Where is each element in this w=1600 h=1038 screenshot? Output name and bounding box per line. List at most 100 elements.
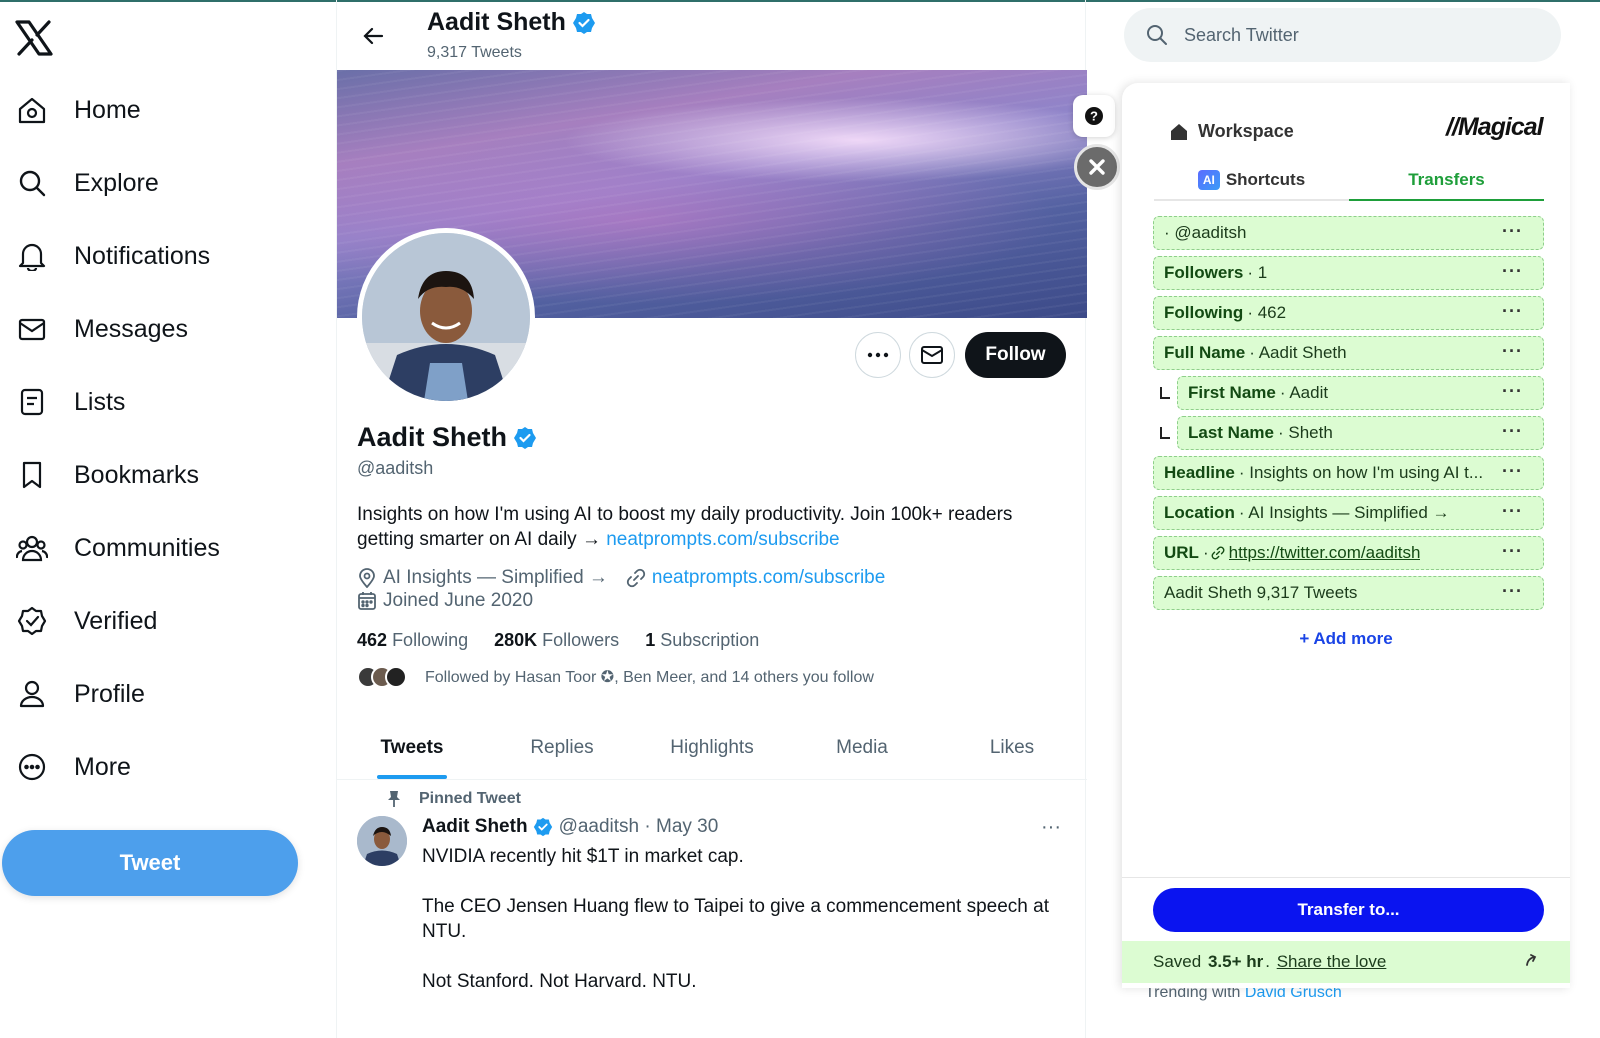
nav-item-profile[interactable]: Profile [16, 670, 145, 718]
x-logo-icon[interactable] [14, 18, 54, 58]
external-arrow-icon[interactable] [1524, 953, 1538, 972]
envelope-icon [921, 346, 943, 364]
nav-item-verified[interactable]: Verified [16, 597, 157, 645]
follower-avatar [385, 666, 407, 688]
transfer-field-followers[interactable]: Followers · 1 ··· [1153, 256, 1544, 290]
nav-item-home[interactable]: Home [16, 86, 141, 134]
field-value: · Aadit Sheth [1249, 343, 1347, 362]
following-count: 462 [357, 630, 388, 650]
joined-row: Joined June 2020 [357, 590, 551, 612]
follow-button[interactable]: Follow [965, 332, 1066, 378]
profile-tabs: Tweets Replies Highlights Media Likes [337, 716, 1087, 780]
following-stat[interactable]: 462 Following [357, 630, 468, 651]
home-icon [16, 94, 48, 126]
tweet-button[interactable]: Tweet [2, 830, 298, 896]
share-the-love-link[interactable]: Share the love [1277, 952, 1387, 972]
ai-badge-icon: AI [1197, 170, 1220, 190]
left-navigation: Home Explore Notifications Messages List… [0, 0, 336, 1038]
nav-item-lists[interactable]: Lists [16, 378, 125, 426]
transfer-field-title[interactable]: Aadit Sheth 9,317 Tweets ··· [1153, 576, 1544, 610]
tab-shortcuts-label: Shortcuts [1225, 170, 1306, 189]
nav-label: Bookmarks [74, 460, 200, 489]
workspace-label: Workspace [1198, 121, 1294, 141]
field-menu-button[interactable]: ··· [1502, 541, 1523, 562]
tweet-author-avatar[interactable] [357, 816, 407, 866]
search-input[interactable] [1184, 24, 1504, 46]
tab-replies[interactable]: Replies [487, 716, 637, 779]
close-icon [1089, 159, 1105, 175]
transfer-field-location[interactable]: Location · AI Insights — Simplified → ··… [1153, 496, 1544, 530]
close-panel-button[interactable] [1074, 144, 1120, 190]
arrow-left-icon [363, 27, 384, 45]
field-menu-button[interactable]: ··· [1502, 221, 1523, 242]
website-link[interactable]: neatprompts.com/subscribe [652, 567, 885, 589]
tweet-paragraph: The CEO Jensen Huang flew to Taipei to g… [422, 896, 1049, 942]
field-menu-button[interactable]: ··· [1502, 301, 1523, 322]
transfer-field-last-name[interactable]: Last Name · Sheth ··· [1177, 416, 1544, 450]
verified-check-icon [514, 426, 537, 449]
followed-by-row[interactable]: Followed by Hasan Toor ✪, Ben Meer, and … [357, 666, 874, 688]
add-more-button[interactable]: + Add more [1122, 629, 1570, 649]
magical-panel: Workspace //Magical AI Shortcuts Transfe… [1122, 83, 1570, 988]
field-menu-button[interactable]: ··· [1502, 581, 1523, 602]
transfer-field-handle[interactable]: · @aaditsh ··· [1153, 216, 1544, 250]
field-menu-button[interactable]: ··· [1502, 381, 1523, 402]
more-options-button[interactable] [855, 332, 901, 378]
transfer-field-following[interactable]: Following · 462 ··· [1153, 296, 1544, 330]
transfer-field-url[interactable]: URL · https://twitter.com/aaditsh ··· [1153, 536, 1544, 570]
nav-item-notifications[interactable]: Notifications [16, 232, 210, 280]
tweet-author-name[interactable]: Aadit Sheth [422, 816, 528, 838]
tab-likes[interactable]: Likes [937, 716, 1087, 779]
calendar-icon [358, 592, 376, 610]
transfer-field-first-name[interactable]: First Name · Aadit ··· [1177, 376, 1544, 410]
message-button[interactable] [909, 332, 955, 378]
saved-separator: . [1265, 952, 1270, 971]
followers-stat[interactable]: 280K Followers [494, 630, 619, 651]
joined-text: Joined June 2020 [383, 590, 534, 611]
nav-item-communities[interactable]: Communities [16, 524, 220, 572]
field-menu-button[interactable]: ··· [1502, 341, 1523, 362]
transfer-field-headline[interactable]: Headline · Insights on how I'm using AI … [1153, 456, 1544, 490]
tab-shortcuts[interactable]: AI Shortcuts [1154, 161, 1349, 199]
profile-column: Aadit Sheth 9,317 Tweets Follow Aadit Sh… [336, 0, 1087, 1038]
field-value-link[interactable]: https://twitter.com/aaditsh [1229, 543, 1421, 563]
tweet-paragraph: Not Stanford. Not Harvard. NTU. [422, 971, 697, 992]
field-value: · 462 [1247, 303, 1287, 322]
workspace-selector[interactable]: Workspace [1170, 121, 1294, 142]
back-button[interactable] [355, 18, 391, 54]
transfer-field-full-name[interactable]: Full Name · Aadit Sheth ··· [1153, 336, 1544, 370]
verified-badge-icon [16, 605, 48, 637]
subscription-count: 1 [645, 630, 656, 650]
nav-item-explore[interactable]: Explore [16, 159, 159, 207]
field-menu-button[interactable]: ··· [1502, 261, 1523, 282]
website-item: neatprompts.com/subscribe [626, 567, 885, 589]
followers-label: Followers [542, 630, 620, 650]
profile-avatar[interactable] [357, 228, 535, 406]
bookmark-icon [16, 459, 48, 491]
help-button[interactable]: ? [1073, 95, 1115, 137]
field-menu-button[interactable]: ··· [1502, 461, 1523, 482]
field-menu-button[interactable]: ··· [1502, 421, 1523, 442]
nav-item-bookmarks[interactable]: Bookmarks [16, 451, 199, 499]
tab-media[interactable]: Media [787, 716, 937, 779]
nav-item-more[interactable]: More [16, 743, 131, 791]
search-bar[interactable] [1124, 8, 1561, 62]
location-pin-icon [359, 568, 375, 588]
subscription-stat[interactable]: 1 Subscription [645, 630, 759, 651]
bio-link[interactable]: neatprompts.com/subscribe [606, 529, 839, 550]
tab-highlights[interactable]: Highlights [637, 716, 787, 779]
transfer-to-button[interactable]: Transfer to... [1153, 888, 1544, 932]
tab-tweets[interactable]: Tweets [337, 716, 487, 779]
nav-label: Communities [74, 533, 220, 562]
tab-transfers[interactable]: Transfers [1349, 161, 1544, 201]
field-value: · Sheth [1277, 423, 1333, 442]
location-text: AI Insights — Simplified → [383, 567, 608, 588]
pin-icon [388, 791, 400, 807]
person-icon [16, 678, 48, 710]
profile-name-text: Aadit Sheth [357, 422, 508, 452]
tweet-more-button[interactable]: ··· [1041, 816, 1061, 839]
nav-item-messages[interactable]: Messages [16, 305, 188, 353]
profile-meta-row: AI Insights — Simplified → neatprompts.c… [357, 567, 903, 589]
field-menu-button[interactable]: ··· [1502, 501, 1523, 522]
header-name-text: Aadit Sheth [427, 8, 566, 36]
